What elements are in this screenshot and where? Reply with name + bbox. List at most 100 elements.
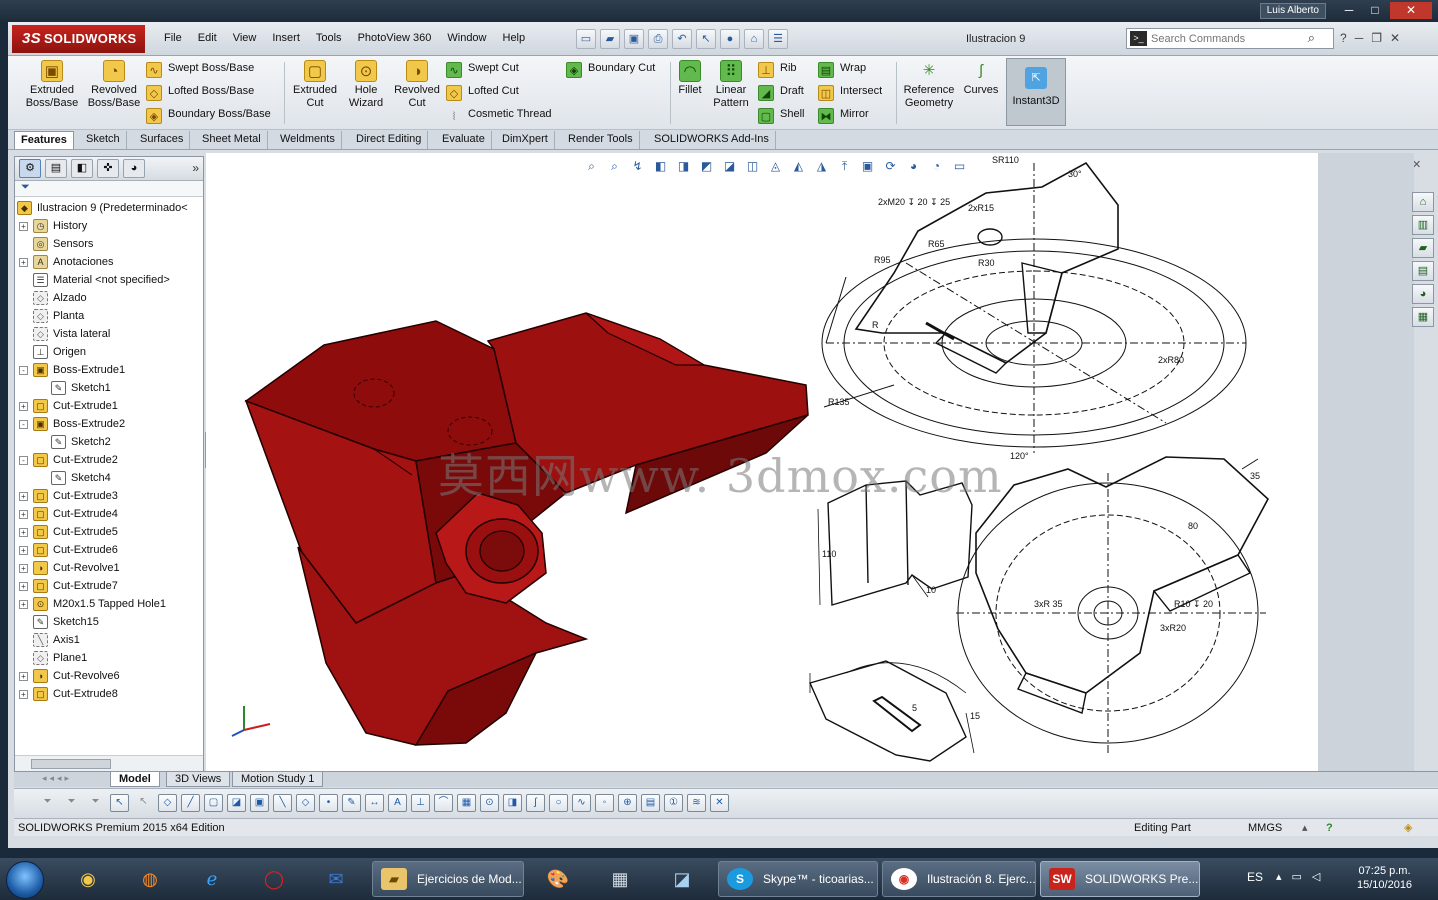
- revolved-boss-button[interactable]: ◔ Revolved Boss/Base: [86, 60, 142, 110]
- view-palette-icon[interactable]: ▤: [1412, 261, 1434, 281]
- linear-pattern-button[interactable]: ⠿ Linear Pattern: [708, 60, 754, 110]
- featuremanager-tree-tab-icon[interactable]: ⚙: [19, 159, 41, 178]
- filter-holes-icon[interactable]: ⊙: [480, 794, 499, 812]
- monitor-icon[interactable]: ▭: [950, 157, 969, 175]
- filter-axes-icon[interactable]: ╲: [273, 794, 292, 812]
- start-button[interactable]: [6, 861, 44, 899]
- graphics-area[interactable]: SR110 2xM20 ↧ 20 ↧ 25 2xR15 R65 R95 R30 …: [206, 153, 1318, 771]
- lofted-cut-button[interactable]: ◇ Lofted Cut: [446, 81, 519, 101]
- curves-button[interactable]: ʃ Curves: [962, 60, 1000, 97]
- filter-solids-icon[interactable]: ▣: [250, 794, 269, 812]
- display-style-icon[interactable]: ◪: [720, 157, 739, 175]
- filter-selection-icon[interactable]: ⏷: [62, 794, 81, 812]
- tab-surfaces[interactable]: Surfaces: [134, 131, 191, 149]
- filter-faces-icon[interactable]: ▢: [204, 794, 223, 812]
- taskbar-skype-task[interactable]: S Skype™ - ticoarias...: [718, 861, 878, 897]
- previous-view-icon[interactable]: ↯: [628, 157, 647, 175]
- expand-plus-icon[interactable]: +: [19, 222, 28, 231]
- doc-close-icon[interactable]: ✕: [1390, 31, 1400, 45]
- expand-plus-icon[interactable]: +: [19, 672, 28, 681]
- tab-evaluate[interactable]: Evaluate: [436, 131, 492, 149]
- menu-file[interactable]: File: [156, 32, 190, 44]
- select-arrow-icon[interactable]: ↖: [110, 794, 129, 812]
- extruded-cut-button[interactable]: ▢ Extruded Cut: [288, 60, 342, 110]
- taskbar-chrome-task[interactable]: ◉ Ilustración 8. Ejerc...: [882, 861, 1036, 897]
- cosmetic-thread-button[interactable]: ⦚ Cosmetic Thread: [446, 104, 552, 124]
- filter-dimensions-icon[interactable]: ↔: [365, 794, 384, 812]
- hole-wizard-button[interactable]: ⊙ Hole Wizard: [342, 60, 390, 110]
- select-arrow-icon[interactable]: ↖: [696, 29, 716, 49]
- draft-button[interactable]: ◢ Draft: [758, 81, 804, 101]
- menu-edit[interactable]: Edit: [190, 32, 225, 44]
- boundary-boss-button[interactable]: ◈ Boundary Boss/Base: [146, 104, 271, 124]
- filter-notes-icon[interactable]: A: [388, 794, 407, 812]
- dynamic-annotation-icon[interactable]: ◨: [674, 157, 693, 175]
- reference-geometry-button[interactable]: ✳ Reference Geometry: [900, 60, 958, 110]
- expand-plus-icon[interactable]: +: [19, 258, 28, 267]
- revolved-cut-button[interactable]: ◑ Revolved Cut: [392, 60, 442, 110]
- hide-show-items-icon[interactable]: ◫: [743, 157, 762, 175]
- solidworks-logo[interactable]: 3S SOLIDWORKS: [12, 25, 145, 53]
- tab-sketch[interactable]: Sketch: [80, 131, 127, 149]
- open-folder-icon[interactable]: ▰: [600, 29, 620, 49]
- dimxpert-manager-tab-icon[interactable]: ✜: [97, 159, 119, 178]
- filter-blocks-icon[interactable]: ▦: [457, 794, 476, 812]
- filter-midpoint-icon[interactable]: ◦: [595, 794, 614, 812]
- instant3d-button[interactable]: ⇱ Instant3D: [1006, 58, 1066, 126]
- tab-direct-editing[interactable]: Direct Editing: [350, 131, 429, 149]
- view-settings-icon[interactable]: ◮: [812, 157, 831, 175]
- language-indicator[interactable]: ES: [1247, 870, 1263, 884]
- intersect-button[interactable]: ◫ Intersect: [818, 81, 882, 101]
- collapse-minus-icon[interactable]: -: [19, 420, 28, 429]
- search-icon[interactable]: ⌕: [1308, 30, 1315, 46]
- close-button[interactable]: ✕: [1390, 2, 1432, 19]
- filter-curves-icon[interactable]: ʃ: [526, 794, 545, 812]
- zoom-to-area-icon[interactable]: ⌕: [605, 157, 624, 175]
- minimize-button[interactable]: ─: [1336, 2, 1362, 19]
- tab-dimxpert[interactable]: DimXpert: [496, 131, 555, 149]
- expand-plus-icon[interactable]: +: [19, 402, 28, 411]
- internet-explorer-icon[interactable]: ℯ: [186, 862, 238, 896]
- filter-weld-icon[interactable]: ⌒: [434, 794, 453, 812]
- scene-icon[interactable]: ◔: [927, 157, 946, 175]
- tab-render-tools[interactable]: Render Tools: [562, 131, 640, 149]
- menu-window[interactable]: Window: [439, 32, 494, 44]
- filter-surfaces-icon[interactable]: ◪: [227, 794, 246, 812]
- opera-icon[interactable]: ◯: [248, 862, 300, 896]
- save-icon[interactable]: ▣: [624, 29, 644, 49]
- tray-icons[interactable]: ▴▭◁: [1276, 870, 1330, 883]
- fillet-button[interactable]: ◠ Fillet: [674, 60, 706, 97]
- apply-scene-icon[interactable]: ◭: [789, 157, 808, 175]
- rebuild-status-icon[interactable]: ◈: [1404, 819, 1412, 837]
- print-icon[interactable]: ⎙: [648, 29, 668, 49]
- filter-components-icon[interactable]: ◨: [503, 794, 522, 812]
- lofted-boss-button[interactable]: ◇ Lofted Boss/Base: [146, 81, 254, 101]
- filter-loops-icon[interactable]: ○: [549, 794, 568, 812]
- expand-plus-icon[interactable]: +: [19, 492, 28, 501]
- rib-button[interactable]: ⊥ Rib: [758, 58, 797, 78]
- cube-view-icon[interactable]: ▣: [858, 157, 877, 175]
- filter-sketch-icon[interactable]: ✎: [342, 794, 361, 812]
- solidworks-resources-icon[interactable]: ⌂: [1412, 192, 1434, 212]
- taskbar-explorer-task[interactable]: ▰ Ejercicios de Mod...: [372, 861, 524, 897]
- help-question-icon[interactable]: ?: [1340, 31, 1347, 45]
- undo-icon[interactable]: ↶: [672, 29, 692, 49]
- design-library-icon[interactable]: ▥: [1412, 215, 1434, 235]
- options-icon[interactable]: ☰: [768, 29, 788, 49]
- expand-plus-icon[interactable]: +: [19, 546, 28, 555]
- menu-help[interactable]: Help: [495, 32, 534, 44]
- filter-cosmetic-icon[interactable]: ≋: [687, 794, 706, 812]
- tab-model[interactable]: Model: [110, 772, 160, 787]
- tab-sheet-metal[interactable]: Sheet Metal: [196, 131, 268, 149]
- collapse-minus-icon[interactable]: -: [19, 366, 28, 375]
- configuration-manager-tab-icon[interactable]: ◧: [71, 159, 93, 178]
- search-commands-input[interactable]: [1151, 31, 1301, 46]
- menu-photoview[interactable]: PhotoView 360: [350, 32, 440, 44]
- filter-points-icon[interactable]: •: [319, 794, 338, 812]
- scrollbar-thumb[interactable]: [31, 759, 111, 769]
- file-properties-icon[interactable]: ⌂: [744, 29, 764, 49]
- doc-minimize-icon[interactable]: ─: [1355, 31, 1364, 45]
- edit-appearance-icon[interactable]: ◬: [766, 157, 785, 175]
- tab-3d-views[interactable]: 3D Views: [166, 772, 231, 787]
- expand-plus-icon[interactable]: +: [19, 600, 28, 609]
